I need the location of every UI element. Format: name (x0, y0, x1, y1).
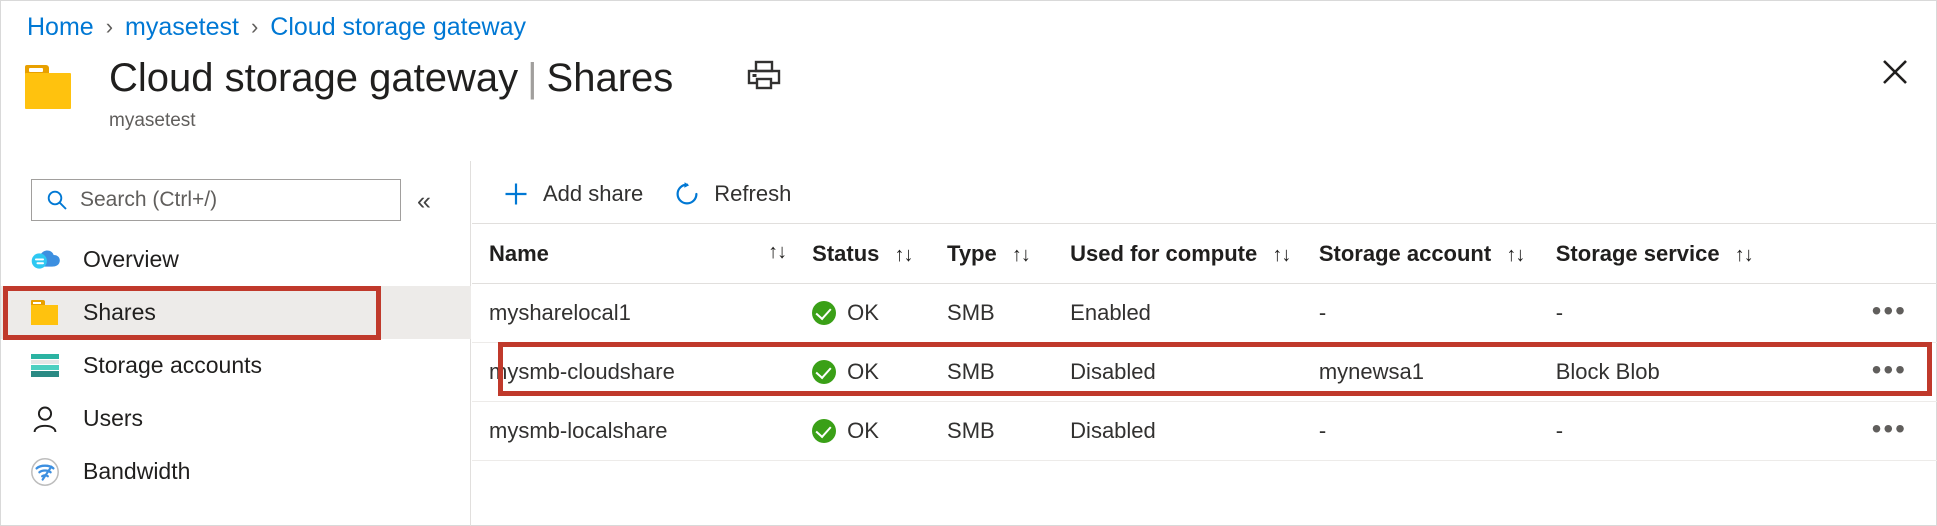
cell-type: SMB (947, 402, 1070, 461)
sidebar-nav: Overview Shares Storage accounts (1, 233, 471, 498)
page-title-resource: Cloud storage gateway (109, 56, 518, 100)
user-icon (29, 403, 61, 435)
cell-name[interactable]: mysmb-localshare (472, 402, 812, 461)
sort-icon[interactable]: ↑↓ (768, 241, 786, 264)
cell-used-for-compute: Disabled (1070, 343, 1319, 402)
cell-storage-service: - (1556, 284, 1796, 343)
sort-icon[interactable]: ↑↓ (1735, 244, 1753, 267)
sort-icon[interactable]: ↑↓ (895, 244, 913, 267)
cell-type: SMB (947, 343, 1070, 402)
breadcrumb-item-cloud-storage-gateway[interactable]: Cloud storage gateway (270, 11, 526, 43)
column-header-label: Storage account (1319, 241, 1491, 266)
storage-account-icon (29, 350, 61, 382)
add-share-button[interactable]: Add share (502, 180, 643, 208)
cell-type: SMB (947, 284, 1070, 343)
cell-status: OK (812, 284, 947, 343)
table-row[interactable]: mysharelocal1 OK SMB Enabled - - ••• (472, 284, 1937, 343)
shares-table: Name ↑↓ Status ↑↓ Type ↑↓ Used for compu… (472, 224, 1937, 461)
page-title-section: Shares (547, 56, 674, 100)
search-box[interactable] (31, 179, 401, 221)
command-bar: Add share Refresh (502, 171, 821, 217)
azure-blade: Home › myasetest › Cloud storage gateway… (0, 0, 1937, 526)
sort-icon[interactable]: ↑↓ (1272, 244, 1290, 267)
sidebar-item-label: Shares (83, 299, 156, 326)
sidebar-item-label: Storage accounts (83, 352, 262, 379)
sidebar-item-label: Bandwidth (83, 458, 190, 485)
status-label: OK (847, 359, 879, 385)
row-context-menu-icon[interactable]: ••• (1872, 306, 1907, 316)
column-header-label: Status (812, 241, 879, 266)
page-title-divider: | (527, 56, 537, 100)
search-input[interactable] (80, 188, 390, 212)
cell-status: OK (812, 343, 947, 402)
check-circle-icon (812, 360, 836, 384)
cell-used-for-compute: Enabled (1070, 284, 1319, 343)
refresh-label: Refresh (714, 181, 791, 207)
column-header-used-for-compute[interactable]: Used for compute ↑↓ (1070, 224, 1319, 284)
sidebar-item-overview[interactable]: Overview (1, 233, 471, 286)
close-icon[interactable] (1878, 55, 1912, 89)
sort-icon[interactable]: ↑↓ (1012, 244, 1030, 267)
cloud-icon (29, 244, 61, 276)
column-header-actions (1796, 224, 1937, 284)
table-row[interactable]: mysmb-cloudshare OK SMB Disabled mynewsa… (472, 343, 1937, 402)
cell-used-for-compute: Disabled (1070, 402, 1319, 461)
page-header: Cloud storage gateway|Shares myasetest (23, 53, 671, 132)
column-header-status[interactable]: Status ↑↓ (812, 224, 947, 284)
search-icon (46, 189, 68, 211)
column-header-label: Type (947, 241, 997, 266)
plus-icon (502, 180, 530, 208)
folder-icon (23, 65, 75, 109)
breadcrumb-item-home[interactable]: Home (27, 11, 94, 43)
check-circle-icon (812, 301, 836, 325)
collapse-sidebar-button[interactable]: « (417, 189, 429, 213)
check-circle-icon (812, 419, 836, 443)
sidebar-item-storage-accounts[interactable]: Storage accounts (1, 339, 471, 392)
sidebar-item-label: Users (83, 405, 143, 432)
cell-actions: ••• (1796, 284, 1937, 343)
column-header-label: Used for compute (1070, 241, 1257, 266)
column-header-name[interactable]: Name ↑↓ (472, 224, 812, 284)
cell-storage-account: mynewsa1 (1319, 343, 1556, 402)
refresh-button[interactable]: Refresh (673, 180, 791, 208)
page-title: Cloud storage gateway|Shares (109, 53, 673, 103)
folder-icon (29, 297, 61, 329)
row-context-menu-icon[interactable]: ••• (1872, 365, 1907, 375)
row-context-menu-icon[interactable]: ••• (1872, 424, 1907, 434)
cell-storage-service: - (1556, 402, 1796, 461)
cell-storage-service: Block Blob (1556, 343, 1796, 402)
main-pane: Add share Refresh Name ↑↓ (472, 161, 1937, 526)
column-header-storage-account[interactable]: Storage account ↑↓ (1319, 224, 1556, 284)
sidebar: « Overview Shares (1, 161, 471, 526)
breadcrumb: Home › myasetest › Cloud storage gateway (27, 11, 526, 43)
sidebar-item-bandwidth[interactable]: Bandwidth (1, 445, 471, 498)
printer-icon[interactable] (746, 59, 782, 91)
sidebar-item-shares[interactable]: Shares (1, 286, 471, 339)
column-header-storage-service[interactable]: Storage service ↑↓ (1556, 224, 1796, 284)
cell-storage-account: - (1319, 402, 1556, 461)
column-header-label: Storage service (1556, 241, 1720, 266)
table-row[interactable]: mysmb-localshare OK SMB Disabled - - ••• (472, 402, 1937, 461)
cell-status: OK (812, 402, 947, 461)
cell-name[interactable]: mysharelocal1 (472, 284, 812, 343)
add-share-label: Add share (543, 181, 643, 207)
cell-storage-account: - (1319, 284, 1556, 343)
refresh-icon (673, 180, 701, 208)
cell-actions: ••• (1796, 402, 1937, 461)
breadcrumb-separator-icon: › (251, 11, 258, 43)
sort-icon[interactable]: ↑↓ (1506, 244, 1524, 267)
bandwidth-icon (29, 456, 61, 488)
column-header-type[interactable]: Type ↑↓ (947, 224, 1070, 284)
status-label: OK (847, 300, 879, 326)
page-subtitle: myasetest (109, 110, 196, 132)
table-header-row: Name ↑↓ Status ↑↓ Type ↑↓ Used for compu… (472, 224, 1937, 284)
cell-name[interactable]: mysmb-cloudshare (472, 343, 812, 402)
breadcrumb-item-myasetest[interactable]: myasetest (125, 11, 239, 43)
sidebar-item-label: Overview (83, 246, 179, 273)
cell-actions: ••• (1796, 343, 1937, 402)
sidebar-item-users[interactable]: Users (1, 392, 471, 445)
breadcrumb-separator-icon: › (106, 11, 113, 43)
status-label: OK (847, 418, 879, 444)
column-header-label: Name (489, 241, 549, 266)
